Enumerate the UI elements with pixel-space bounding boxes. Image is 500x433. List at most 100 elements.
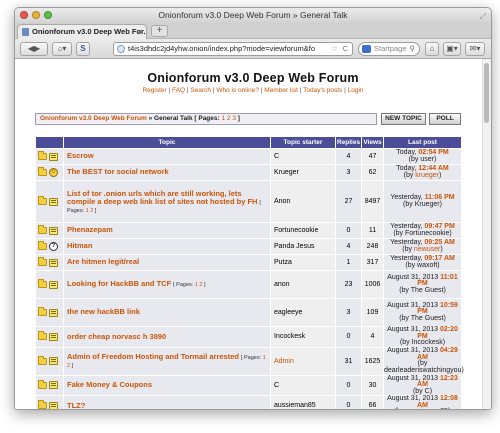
link-faq[interactable]: FAQ [172, 87, 185, 94]
folder-icon [38, 355, 47, 365]
site-identity-icon[interactable] [117, 45, 125, 53]
last-post-by-prefix: (by [403, 200, 415, 208]
topic-title-link[interactable]: Fake Money & Coupons [67, 380, 152, 389]
toolbar-menu-button[interactable]: ▣▾ [443, 42, 461, 56]
zoom-window-button[interactable] [44, 11, 52, 19]
last-post-by-prefix: (by [403, 171, 416, 179]
folder-icon [38, 151, 47, 160]
topic-title-link[interactable]: order cheap norvasc h 3890 [67, 332, 166, 341]
home-menu-button[interactable]: ⌂▾ [52, 42, 72, 56]
topic-starter: Fortunecookie [270, 222, 336, 239]
topic-starter: aussieman85 [270, 395, 336, 409]
last-post-by: (by user) [408, 155, 437, 163]
folder-icon [38, 241, 47, 250]
title-bar: Onionforum v3.0 Deep Web Forum » General… [15, 8, 491, 23]
forward-arrow-icon[interactable]: ▶ [34, 44, 40, 53]
topic-starter[interactable]: Admin [270, 346, 336, 376]
scrollbar-thumb[interactable] [484, 63, 489, 123]
topic-starter: eagleeye [270, 298, 336, 327]
minimize-window-button[interactable] [32, 11, 40, 19]
link-login[interactable]: Login [348, 87, 364, 94]
topic-title-link[interactable]: TLZ? [67, 401, 85, 409]
views-count: 4 [361, 326, 384, 348]
message-topic-icon [49, 197, 58, 206]
last-post-by: (by C) [412, 387, 433, 395]
message-topic-icon [49, 357, 58, 365]
last-post-cell: Today, 02:54 PM (by user) [383, 148, 462, 165]
last-post-date: August 31, 2013 [387, 395, 439, 402]
table-row: Are hitmen legit/real Putza 1 317 Yesterday,… [35, 254, 462, 271]
fullscreen-icon[interactable]: ⤢ [480, 9, 486, 24]
home-button[interactable]: ⌂ [425, 42, 439, 56]
topic-starter: anon [270, 270, 336, 299]
question-topic-icon: ? [49, 242, 58, 251]
topic-title-link[interactable]: Phenazepam [67, 225, 113, 235]
new-topic-button[interactable]: NEW TOPIC [381, 113, 426, 125]
topic-table-header: Topic Topic starter Replies Views Last p… [35, 136, 462, 149]
search-engine-icon[interactable] [362, 45, 371, 53]
search-input[interactable]: Startpage ⚲ [358, 42, 420, 56]
topic-title-link[interactable]: Escrow [67, 151, 94, 161]
topic-page-links[interactable]: 1 2 [195, 282, 203, 288]
replies-count: 23 [335, 270, 362, 299]
link-search[interactable]: Search [190, 87, 211, 94]
topic-title-cell: order cheap norvasc h 3890 [63, 326, 271, 348]
back-button[interactable]: ◀▶ [20, 42, 48, 56]
topic-title-link[interactable]: the new hackBB link [67, 307, 140, 317]
window-title: Onionforum v3.0 Deep Web Forum » General… [158, 10, 348, 20]
last-post-by: (by waxoft) [405, 261, 440, 269]
close-window-button[interactable] [20, 11, 28, 19]
topic-title-link[interactable]: Are hitmen legit/real [67, 257, 139, 267]
page-viewport: Onionforum v3.0 Deep Web Forum Register … [15, 59, 491, 409]
topic-title-cell: Fake Money & Coupons [63, 374, 271, 396]
topic-icons [35, 346, 64, 376]
topic-icons [35, 270, 64, 299]
search-icon[interactable]: ⚲ [410, 43, 416, 55]
last-post-user[interactable]: krueger [415, 172, 439, 179]
breadcrumb-page-links[interactable]: 1 2 3 [222, 115, 236, 122]
folder-icon [38, 167, 47, 176]
breadcrumb-row: Onionforum v3.0 Deep Web Forum » General… [35, 113, 461, 125]
topic-title-cell: Admin of Freedom Hosting and Tormail arr… [63, 346, 271, 376]
topic-pages: [ Pages: 1 2 ] [173, 282, 206, 289]
poll-button[interactable]: POLL [429, 113, 461, 125]
topic-icons: ? [35, 238, 64, 255]
last-post-cell: Yesterday, 09:25 AM (by newuser) [383, 238, 462, 255]
link-who-is-online[interactable]: Who is online? [216, 87, 259, 94]
last-post-user[interactable]: newuser [414, 246, 440, 253]
topic-starter: C [270, 374, 336, 396]
last-post-by-prefix: (by [395, 408, 407, 409]
topic-page-links[interactable]: 1 2 [86, 208, 94, 214]
link-register[interactable]: Register [142, 87, 166, 94]
folder-icon [38, 331, 47, 341]
folder-icon [38, 257, 47, 266]
link-member-list[interactable]: Member list [264, 87, 298, 94]
topic-title-link[interactable]: Admin of Freedom Hosting and Tormail arr… [67, 352, 239, 362]
navigation-toolbar: ◀▶ ⌂▾ S t4is3dhdc2jd4yhw.onion/index.php… [15, 39, 491, 59]
topic-title-link[interactable]: Hitman [67, 241, 92, 251]
breadcrumb: Onionforum v3.0 Deep Web Forum » General… [35, 113, 377, 125]
views-count: 30 [361, 374, 384, 396]
bookmark-s-icon[interactable]: S [76, 42, 90, 56]
folder-icon [38, 279, 47, 288]
addon-menu-button[interactable]: ✉▾ [465, 42, 485, 56]
table-row: Escrow C 4 47 Today, 02:54 PM (by user) [35, 148, 462, 165]
address-bar[interactable]: t4is3dhdc2jd4yhw.onion/index.php?mode=vi… [113, 42, 353, 56]
last-post-by: (by dearleaderiswatchingyou) [384, 360, 464, 374]
tab-onionforum[interactable]: Onionforum v3.0 Deep Web For... × [17, 24, 147, 39]
bookmark-star-icon[interactable]: ☆ [331, 43, 338, 55]
topic-title-cell: List of tor .onion urls which are still … [63, 180, 271, 223]
topic-title-link[interactable]: List of tor .onion urls which are still … [67, 189, 257, 207]
topic-title-link[interactable]: Looking for HackBB and TCF [67, 279, 171, 289]
new-tab-button[interactable]: + [151, 25, 168, 37]
tab-label: Onionforum v3.0 Deep Web For... [32, 27, 147, 36]
topic-starter: Krueger [270, 164, 336, 181]
tab-close-icon[interactable]: × [138, 25, 142, 39]
breadcrumb-forum-link[interactable]: Onionforum v3.0 Deep Web Forum [40, 115, 147, 122]
folder-icon [38, 307, 47, 316]
vertical-scrollbar[interactable] [482, 59, 491, 409]
link-todays-posts[interactable]: Today's posts [303, 87, 342, 94]
topic-title-link[interactable]: The BEST tor social network [67, 167, 169, 177]
views-count: 248 [361, 238, 384, 255]
reload-icon[interactable]: C [343, 43, 348, 55]
